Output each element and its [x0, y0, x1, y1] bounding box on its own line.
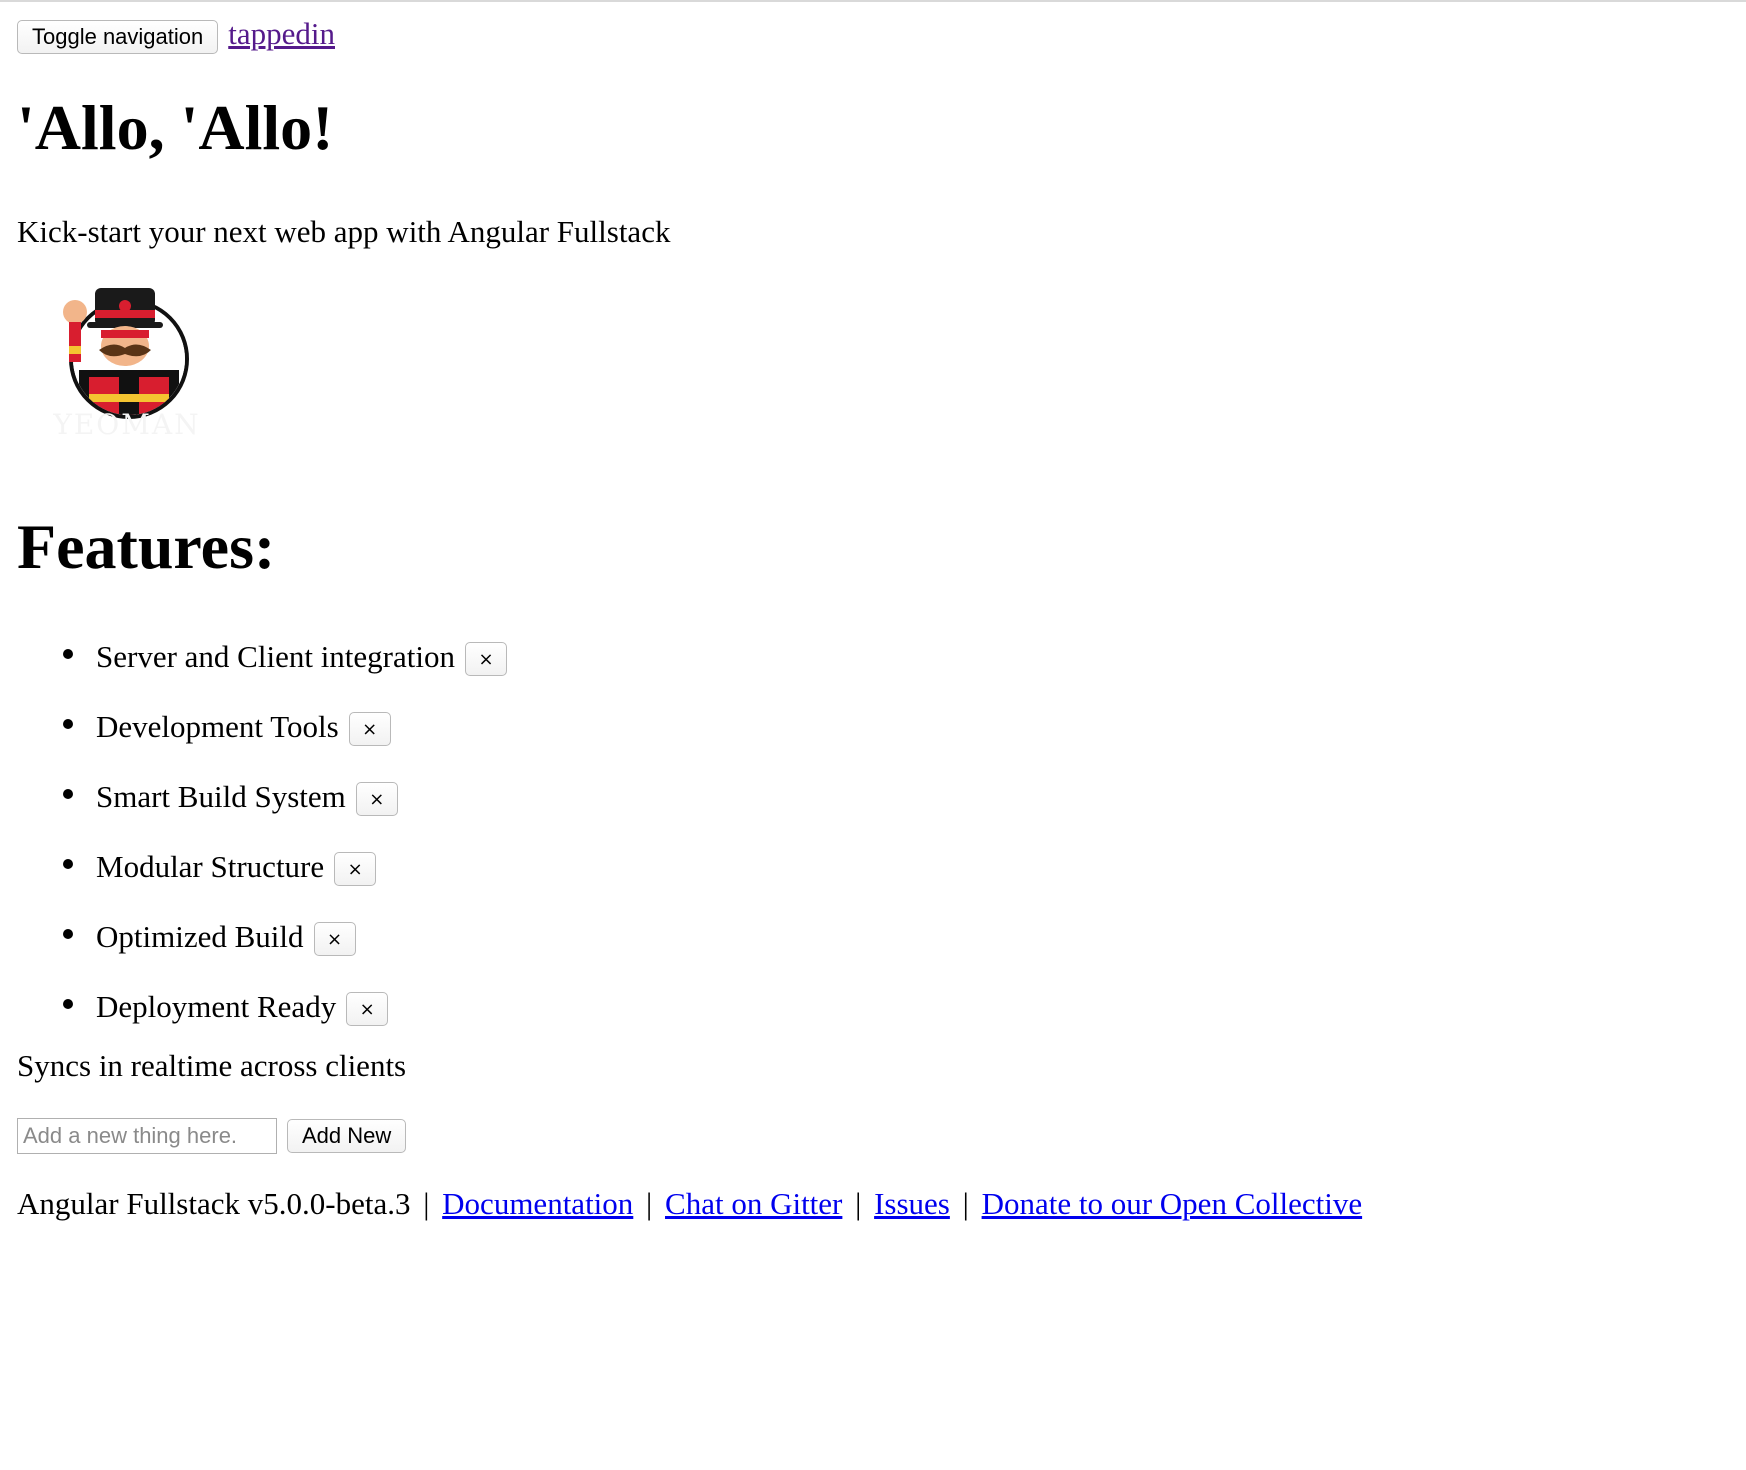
footer-version: Angular Fullstack v5.0.0-beta.3 [17, 1186, 411, 1221]
bullet-icon [63, 859, 73, 869]
list-item: Deployment Ready × [17, 972, 507, 1042]
footer-separator: | [423, 1186, 430, 1221]
bullet-icon [63, 999, 73, 1009]
new-thing-input[interactable] [17, 1118, 277, 1154]
feature-label: Deployment Ready [96, 989, 337, 1024]
hero-title: 'Allo, 'Allo! [17, 92, 334, 163]
feature-label: Modular Structure [96, 849, 325, 884]
delete-thing-button[interactable]: × [348, 712, 391, 746]
list-item: Development Tools × [17, 692, 507, 762]
gitter-chat-link[interactable]: Chat on Gitter [665, 1186, 842, 1221]
documentation-link[interactable]: Documentation [442, 1186, 633, 1221]
features-list: Server and Client integration × Developm… [17, 622, 507, 1042]
issues-link[interactable]: Issues [874, 1186, 950, 1221]
top-divider [0, 0, 1746, 2]
yeoman-logo: YEOMAN [27, 282, 227, 462]
delete-thing-button[interactable]: × [346, 992, 389, 1026]
list-item: Smart Build System × [17, 762, 507, 832]
bullet-icon [63, 719, 73, 729]
feature-label: Server and Client integration [96, 639, 455, 674]
feature-label: Smart Build System [96, 779, 346, 814]
features-title: Features: [17, 511, 276, 582]
footer-separator: | [962, 1186, 969, 1221]
delete-thing-button[interactable]: × [355, 782, 398, 816]
list-item: Modular Structure × [17, 832, 507, 902]
list-item: Optimized Build × [17, 902, 507, 972]
bullet-icon [63, 929, 73, 939]
bullet-icon [63, 649, 73, 659]
add-new-button[interactable]: Add New [287, 1119, 407, 1153]
bullet-icon [63, 789, 73, 799]
delete-thing-button[interactable]: × [464, 642, 507, 676]
footer: Angular Fullstack v5.0.0-beta.3 | Docume… [17, 1186, 1362, 1222]
footer-separator: | [855, 1186, 862, 1221]
toggle-navigation-button[interactable]: Toggle navigation [17, 20, 219, 54]
delete-thing-button[interactable]: × [334, 852, 377, 886]
footer-separator: | [646, 1186, 653, 1221]
brand-link[interactable]: tappedin [228, 16, 335, 52]
feature-label: Development Tools [96, 709, 339, 744]
donate-link[interactable]: Donate to our Open Collective [982, 1186, 1363, 1221]
add-thing-form: Add New [17, 1118, 407, 1154]
navbar: Toggle navigation tappedin [17, 16, 335, 56]
feature-label: Optimized Build [96, 919, 304, 954]
sync-description: Syncs in realtime across clients [17, 1048, 407, 1083]
list-item: Server and Client integration × [17, 622, 507, 692]
yeoman-wordmark: YEOMAN [52, 408, 200, 441]
yeoman-logo-image: YEOMAN [52, 288, 200, 441]
hero-lead: Kick-start your next web app with Angula… [17, 214, 671, 249]
delete-thing-button[interactable]: × [313, 922, 356, 956]
